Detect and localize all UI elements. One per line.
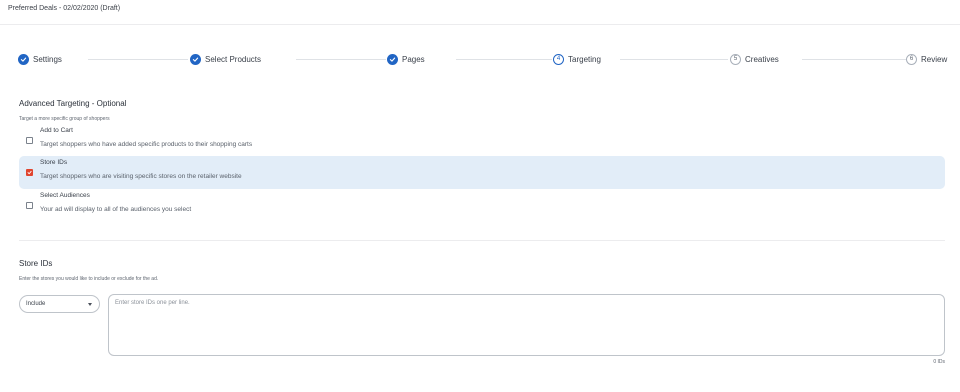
step-select-products[interactable]: Select Products	[190, 53, 261, 66]
advanced-targeting-title: Advanced Targeting - Optional	[19, 99, 127, 108]
advanced-targeting-subtitle: Target a more specific group of shoppers	[19, 116, 110, 122]
store-ids-subtitle: Enter the stores you would like to inclu…	[19, 276, 159, 282]
select-value: Include	[26, 301, 46, 307]
option-description: Your ad will display to all of the audie…	[40, 206, 192, 213]
store-ids-count: 0 IDs	[933, 359, 945, 365]
step-label: Review	[921, 55, 948, 64]
check-icon	[18, 54, 29, 65]
step-connector	[456, 59, 552, 60]
step-number: 4	[553, 54, 564, 65]
step-label: Creatives	[745, 55, 779, 64]
step-settings[interactable]: Settings	[18, 53, 62, 66]
select-audiences-checkbox[interactable]	[26, 202, 33, 209]
step-label: Targeting	[568, 55, 601, 64]
step-label: Settings	[33, 55, 62, 64]
section-divider	[19, 240, 945, 241]
option-title: Add to Cart	[40, 127, 73, 134]
store-ids-checkbox[interactable]	[26, 169, 33, 176]
step-review[interactable]: 6 Review	[906, 53, 947, 66]
targeting-option-store-ids[interactable]: Store IDs Target shoppers who are visiti…	[19, 156, 945, 189]
check-icon	[190, 54, 201, 65]
targeting-option-add-to-cart[interactable]: Add to Cart Target shoppers who have add…	[19, 124, 945, 157]
option-title: Select Audiences	[40, 192, 90, 199]
caret-down-icon	[88, 303, 92, 306]
store-ids-textarea[interactable]	[108, 294, 945, 356]
check-icon	[387, 54, 398, 65]
step-number: 5	[730, 54, 741, 65]
step-number: 6	[906, 54, 917, 65]
store-ids-title: Store IDs	[19, 259, 53, 268]
header-divider	[0, 24, 960, 25]
option-description: Target shoppers who have added specific …	[40, 141, 253, 148]
add-to-cart-checkbox[interactable]	[26, 137, 33, 144]
targeting-option-select-audiences[interactable]: Select Audiences Your ad will display to…	[19, 189, 945, 222]
step-targeting[interactable]: 4 Targeting	[553, 53, 601, 66]
step-connector	[620, 59, 728, 60]
step-label: Pages	[402, 55, 425, 64]
step-creatives[interactable]: 5 Creatives	[730, 53, 779, 66]
step-label: Select Products	[205, 55, 262, 64]
option-description: Target shoppers who are visiting specifi…	[40, 173, 242, 180]
step-connector	[296, 59, 386, 60]
checkmark-icon	[27, 170, 32, 175]
include-exclude-select[interactable]: Include	[19, 295, 100, 313]
step-connector	[802, 59, 906, 60]
progress-stepper: Settings Select Products Pages 4 Targeti…	[18, 53, 947, 66]
option-title: Store IDs	[40, 159, 68, 166]
step-connector	[88, 59, 188, 60]
step-pages[interactable]: Pages	[387, 53, 425, 66]
page-header-title: Preferred Deals - 02/02/2020 (Draft)	[8, 5, 121, 12]
